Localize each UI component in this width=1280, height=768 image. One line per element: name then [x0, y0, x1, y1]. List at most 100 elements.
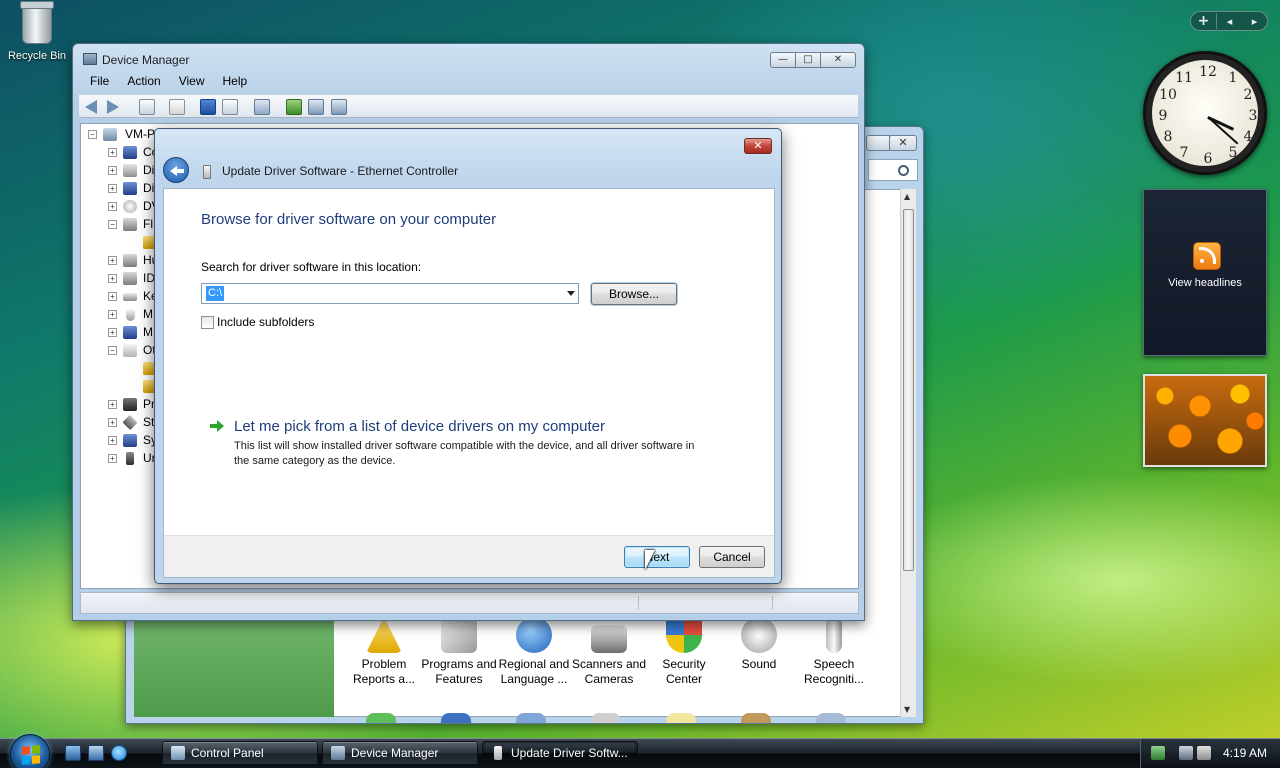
pick-from-list-description: This list will show installed driver sof…	[234, 440, 695, 467]
control-panel-item-sound[interactable]: Sound	[719, 617, 799, 672]
clock-time[interactable]: 4:19 AM	[1223, 746, 1267, 760]
expand-icon[interactable]: +	[108, 256, 117, 265]
expand-icon[interactable]: +	[108, 292, 117, 301]
pick-from-list-link[interactable]: Let me pick from a list of device driver…	[234, 418, 605, 435]
clock-number: 1	[1228, 70, 1238, 86]
network-icon[interactable]	[1179, 746, 1193, 760]
taskbar-button-update-driver[interactable]: Update Driver Softw...	[482, 741, 638, 765]
vertical-scrollbar[interactable]: ▲ ▼	[900, 189, 916, 717]
usb-icon	[126, 452, 134, 465]
scan-hardware-icon[interactable]	[254, 99, 270, 115]
location-combobox[interactable]: C:\	[201, 283, 579, 304]
expand-icon[interactable]: +	[108, 148, 117, 157]
clock-number: 10	[1159, 87, 1177, 103]
clock-number: 6	[1203, 151, 1213, 167]
show-hide-console-tree-icon[interactable]	[139, 99, 155, 115]
start-button[interactable]	[10, 734, 50, 768]
expand-icon[interactable]: +	[108, 328, 117, 337]
cancel-button[interactable]: Cancel	[699, 546, 765, 568]
search-input[interactable]	[868, 159, 918, 181]
slideshow-gadget[interactable]	[1143, 374, 1267, 467]
status-separator	[772, 596, 773, 610]
expand-icon[interactable]: +	[108, 166, 117, 175]
device-category-icon	[123, 272, 137, 285]
include-subfolders-label[interactable]: Include subfolders	[217, 315, 314, 329]
chevron-down-icon[interactable]	[567, 291, 575, 296]
back-button[interactable]	[163, 157, 189, 183]
taskbar-button-device-manager[interactable]: Device Manager	[322, 741, 478, 765]
volume-muted-icon[interactable]	[1197, 746, 1211, 760]
internet-explorer-icon[interactable]	[111, 745, 127, 761]
recycle-bin[interactable]: Recycle Bin	[4, 1, 70, 62]
taskbar-button-control-panel[interactable]: Control Panel	[162, 741, 318, 765]
uninstall-icon[interactable]	[308, 99, 324, 115]
clock-number: 9	[1158, 108, 1168, 124]
task-label: Control Panel	[191, 746, 264, 760]
problem-reports-icon	[366, 617, 402, 653]
expand-icon[interactable]: +	[108, 184, 117, 193]
menu-file[interactable]: File	[81, 72, 118, 92]
speech-recognition-icon	[826, 617, 842, 653]
update-driver-icon[interactable]	[286, 99, 302, 115]
control-panel-item-security-center[interactable]: Security Center	[644, 617, 724, 687]
back-icon[interactable]	[85, 100, 97, 114]
help-icon[interactable]	[200, 99, 216, 115]
collapse-icon[interactable]: −	[88, 130, 97, 139]
menu-help[interactable]: Help	[214, 72, 257, 92]
menu-view[interactable]: View	[170, 72, 214, 92]
expand-icon[interactable]: +	[108, 418, 117, 427]
switch-windows-icon[interactable]	[88, 745, 104, 761]
tree-item-label: VM-P	[125, 127, 155, 141]
expand-icon[interactable]: +	[108, 454, 117, 463]
control-panel-item-regional-language[interactable]: Regional and Language ...	[494, 617, 574, 687]
disable-icon[interactable]	[331, 99, 347, 115]
close-button[interactable]: ✕	[820, 52, 856, 68]
programs-features-icon	[441, 617, 477, 653]
feed-headlines-gadget[interactable]: View headlines	[1143, 189, 1267, 356]
sidebar-next-button[interactable]: ▸	[1242, 15, 1267, 28]
maximize-button[interactable]	[866, 135, 890, 151]
expand-icon[interactable]: +	[108, 400, 117, 409]
close-button[interactable]: ✕	[889, 135, 917, 151]
rss-icon	[1193, 242, 1221, 270]
control-panel-item-speech-recognition[interactable]: Speech Recogniti...	[794, 617, 874, 687]
location-value[interactable]: C:\	[206, 286, 225, 301]
expand-icon[interactable]: +	[108, 202, 117, 211]
minimize-button[interactable]: —	[770, 52, 796, 68]
control-panel-item-scanners-cameras[interactable]: Scanners and Cameras	[569, 617, 649, 687]
sidebar-add-gadget-button[interactable]: +	[1191, 13, 1217, 29]
security-center-icon	[666, 617, 702, 653]
expand-icon[interactable]: +	[108, 310, 117, 319]
item-label: Regional and Language ...	[498, 657, 570, 686]
next-button[interactable]: Next	[624, 546, 690, 568]
item-label: Sound	[741, 657, 777, 671]
show-desktop-icon[interactable]	[65, 745, 81, 761]
include-subfolders-checkbox[interactable]	[201, 316, 214, 329]
scroll-down-arrow-icon[interactable]: ▼	[904, 705, 910, 714]
collapse-icon[interactable]: −	[108, 346, 117, 355]
clock-number: 8	[1163, 129, 1173, 145]
scroll-up-arrow-icon[interactable]: ▲	[904, 192, 910, 201]
forward-icon[interactable]	[107, 100, 119, 114]
clock-number: 2	[1243, 87, 1253, 103]
properties-icon[interactable]	[169, 99, 185, 115]
update-driver-dialog[interactable]: ✕ Update Driver Software - Ethernet Cont…	[154, 128, 782, 584]
maximize-button[interactable]: □	[795, 52, 821, 68]
device-manager-icon	[83, 53, 97, 65]
clock-number: 12	[1199, 64, 1217, 80]
expand-icon[interactable]: +	[108, 436, 117, 445]
collapse-icon[interactable]: −	[108, 220, 117, 229]
control-panel-item-problem-reports[interactable]: Problem Reports a...	[344, 617, 424, 687]
action-pane-icon[interactable]	[222, 99, 238, 115]
menu-action[interactable]: Action	[118, 72, 169, 92]
clock-gadget[interactable]: 12 1 2 3 4 5 6 7 8 9 10 11	[1143, 51, 1267, 175]
close-button[interactable]: ✕	[744, 138, 772, 154]
browse-button[interactable]: Browse...	[591, 283, 677, 305]
sidebar-previous-button[interactable]: ◂	[1217, 15, 1242, 28]
windows-sidebar-tray-icon[interactable]	[1151, 746, 1165, 760]
control-panel-item-programs-features[interactable]: Programs and Features	[419, 617, 499, 687]
expand-icon[interactable]: +	[108, 274, 117, 283]
scrollbar-thumb[interactable]	[903, 209, 914, 571]
device-category-icon	[123, 182, 137, 195]
dialog-body: Browse for driver software on your compu…	[163, 188, 775, 578]
